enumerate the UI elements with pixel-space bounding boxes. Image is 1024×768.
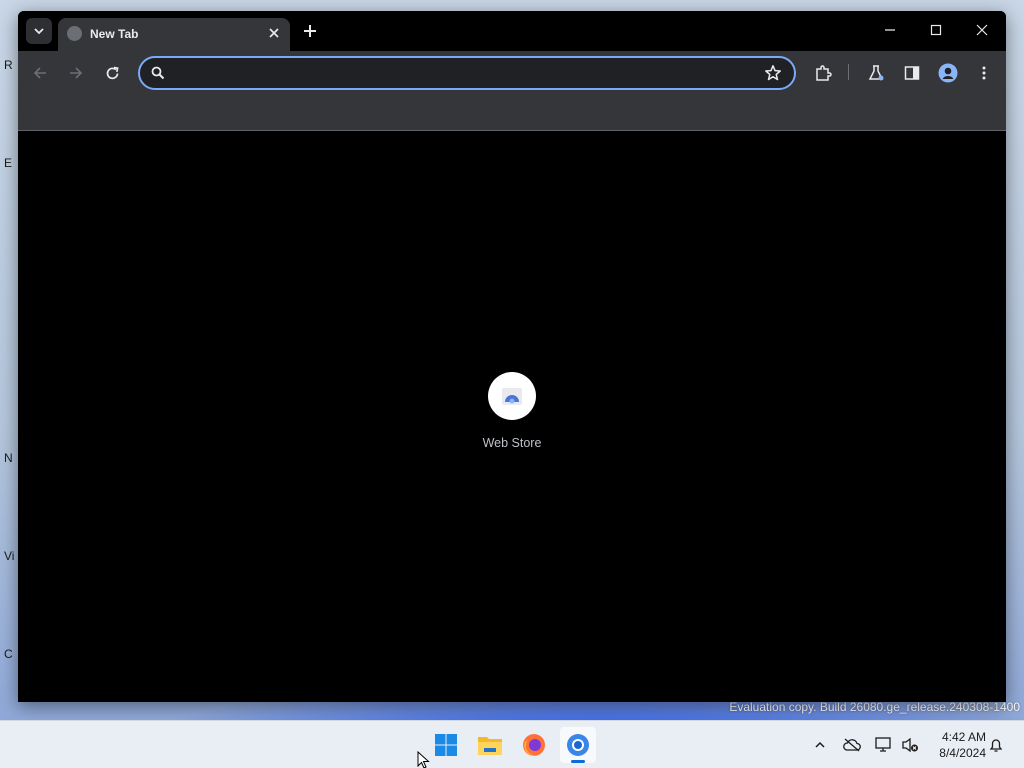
bell-icon — [989, 739, 1003, 752]
plus-icon — [304, 25, 316, 37]
minimize-button[interactable] — [872, 17, 908, 43]
tab-new-tab[interactable]: New Tab — [58, 18, 290, 51]
more-vertical-icon — [982, 66, 986, 80]
extensions-button[interactable] — [811, 61, 835, 85]
labs-button[interactable] — [864, 61, 888, 85]
close-icon — [269, 28, 279, 38]
address-input[interactable] — [174, 63, 754, 83]
chrome-icon — [567, 734, 589, 756]
close-icon — [976, 24, 988, 36]
chevron-up-icon — [815, 741, 825, 748]
tab-search-button[interactable] — [26, 18, 52, 44]
avatar-icon — [938, 63, 958, 83]
desktop-icon-label-fragment[interactable]: Vi — [4, 549, 18, 563]
reload-button[interactable] — [100, 61, 124, 85]
bookmarks-bar — [18, 93, 1006, 131]
bookmark-star-icon[interactable] — [764, 64, 782, 82]
onedrive-tray-button[interactable] — [842, 735, 862, 755]
globe-icon — [67, 26, 82, 41]
network-tray-button[interactable] — [874, 735, 894, 755]
shortcut-web-store[interactable]: Web Store — [470, 372, 554, 450]
file-explorer-icon — [478, 737, 502, 755]
firefox-icon — [523, 734, 545, 756]
start-button[interactable] — [428, 727, 464, 763]
tab-close-button[interactable] — [264, 23, 284, 43]
cloud-offline-icon — [843, 738, 861, 752]
show-hidden-icons-button[interactable] — [810, 735, 830, 755]
back-button[interactable] — [28, 61, 52, 85]
shortcut-icon-container — [488, 372, 536, 420]
side-panel-button[interactable] — [900, 61, 924, 85]
flask-icon — [868, 65, 884, 81]
notifications-button[interactable] — [986, 735, 1006, 755]
web-store-icon — [502, 388, 522, 405]
new-tab-page: Web Store — [18, 132, 1006, 702]
arrow-right-icon — [70, 67, 83, 79]
desktop-icon-label-fragment[interactable]: R — [4, 58, 18, 72]
arrow-left-icon — [33, 67, 46, 79]
address-bar[interactable] — [138, 56, 796, 90]
evaluation-watermark: Evaluation copy. Build 26080.ge_release.… — [729, 700, 1020, 714]
forward-button[interactable] — [64, 61, 88, 85]
desktop-icon-label-fragment[interactable]: C — [4, 647, 18, 661]
side-panel-icon — [904, 66, 920, 80]
search-icon — [151, 66, 165, 80]
close-window-button[interactable] — [964, 17, 1000, 43]
browser-menu-button[interactable] — [972, 61, 996, 85]
shortcut-label: Web Store — [482, 436, 542, 450]
taskbar-firefox[interactable] — [516, 727, 552, 763]
clock-date: 8/4/2024 — [939, 746, 986, 760]
toolbar-separator — [848, 64, 849, 80]
browser-toolbar — [18, 51, 1006, 93]
taskbar-clock[interactable]: 4:42 AM 8/4/2024 — [924, 729, 986, 761]
minimize-icon — [885, 29, 895, 31]
taskbar-file-explorer[interactable] — [472, 727, 508, 763]
volume-tray-button[interactable] — [900, 735, 920, 755]
clock-time: 4:42 AM — [941, 730, 986, 744]
desktop-icon-label-fragment[interactable]: E — [4, 156, 18, 170]
taskbar: 4:42 AM 8/4/2024 — [0, 720, 1024, 768]
puzzle-icon — [816, 65, 832, 81]
mouse-cursor-icon — [417, 751, 430, 768]
profile-button[interactable] — [936, 61, 960, 85]
maximize-icon — [930, 24, 942, 36]
speaker-muted-icon — [902, 737, 918, 753]
desktop-icon-label-fragment[interactable]: N — [4, 451, 18, 465]
active-app-indicator — [571, 760, 585, 763]
new-tab-button[interactable] — [298, 19, 322, 43]
browser-window: New Tab Web Store — [18, 11, 1006, 702]
windows-start-icon — [435, 734, 457, 756]
chevron-down-icon — [34, 28, 44, 35]
tab-title: New Tab — [90, 27, 139, 41]
reload-icon — [106, 66, 119, 79]
taskbar-chrome[interactable] — [560, 727, 596, 763]
maximize-button[interactable] — [918, 17, 954, 43]
network-icon — [875, 737, 891, 752]
tab-strip: New Tab — [18, 11, 1006, 51]
